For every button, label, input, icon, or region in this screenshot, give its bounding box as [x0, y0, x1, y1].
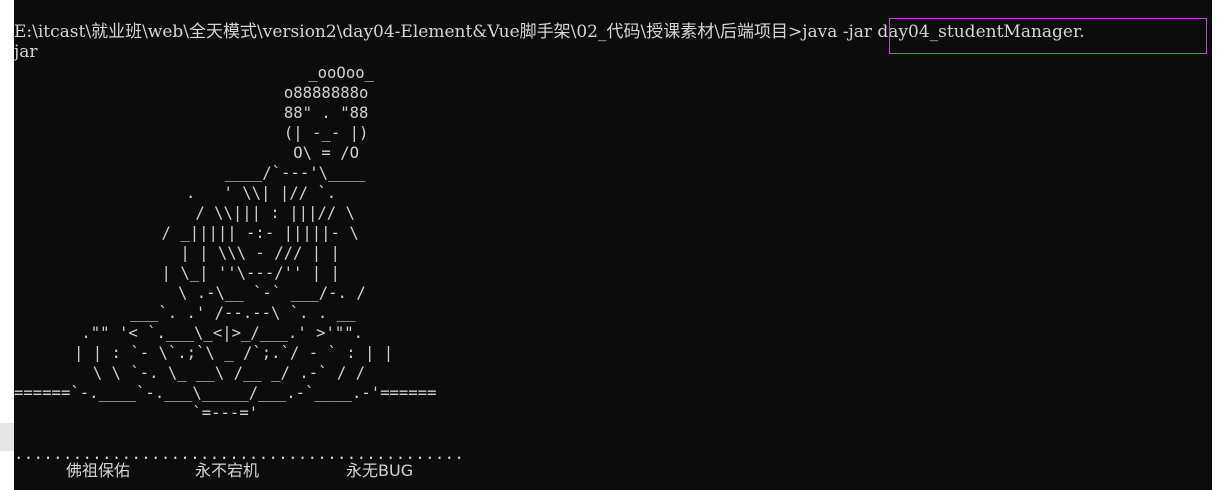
banner-line: (| -_- |): [190, 124, 369, 142]
blessing-text: 佛祖保佑: [66, 461, 131, 480]
vertical-scrollbar[interactable]: [1212, 0, 1232, 490]
banner-line: / \\||| : |||// \: [139, 204, 355, 222]
selection-marker: [0, 423, 14, 451]
banner-line: . ' \\| |// `.: [139, 184, 337, 202]
banner-line: `=---=': [14, 404, 259, 422]
prompt-path: E:\itcast\就业班\web\全天模式\version2\day04-El…: [14, 22, 788, 42]
command-highlight-box: [889, 18, 1207, 54]
banner-line: ____/`---'\____: [159, 164, 366, 182]
banner-line: ___`. .' /--.--\ `. . __: [102, 304, 356, 322]
banner-line: / _||||| -:- |||||- \: [124, 224, 359, 242]
console-window[interactable]: E:\itcast\就业班\web\全天模式\version2\day04-El…: [14, 0, 1212, 490]
blessing-text: 永不宕机: [195, 461, 260, 480]
banner-line: | | \\\ - /// | |: [124, 244, 340, 262]
command-line-wrap: jar: [14, 42, 38, 62]
banner-line: | \_| ''\---/'' | |: [124, 264, 340, 282]
banner-line: | | : `- \`.;`\ _ /`;.`/ - ` : | |: [74, 344, 394, 362]
blessing-text: 永无BUG: [346, 461, 414, 480]
banner-line: ."" '< `.___\_<|>_/___.' >'"".: [72, 324, 364, 342]
banner-line: o8888888o: [190, 84, 369, 102]
banner-line: \ .-\__ `-` ___/-. /: [131, 284, 366, 302]
banner-line: O\ = /O: [190, 144, 359, 162]
banner-line: 88" . "88: [190, 104, 369, 122]
banner-line: \ \ `-. \_ __\ /__ _/ .-` / /: [74, 364, 366, 382]
banner-line: _ooOoo_: [205, 64, 374, 82]
banner-line: ======`-.____`-.___\_____/___.-`____.-'=…: [14, 384, 437, 402]
window-left-edge: [0, 0, 14, 490]
